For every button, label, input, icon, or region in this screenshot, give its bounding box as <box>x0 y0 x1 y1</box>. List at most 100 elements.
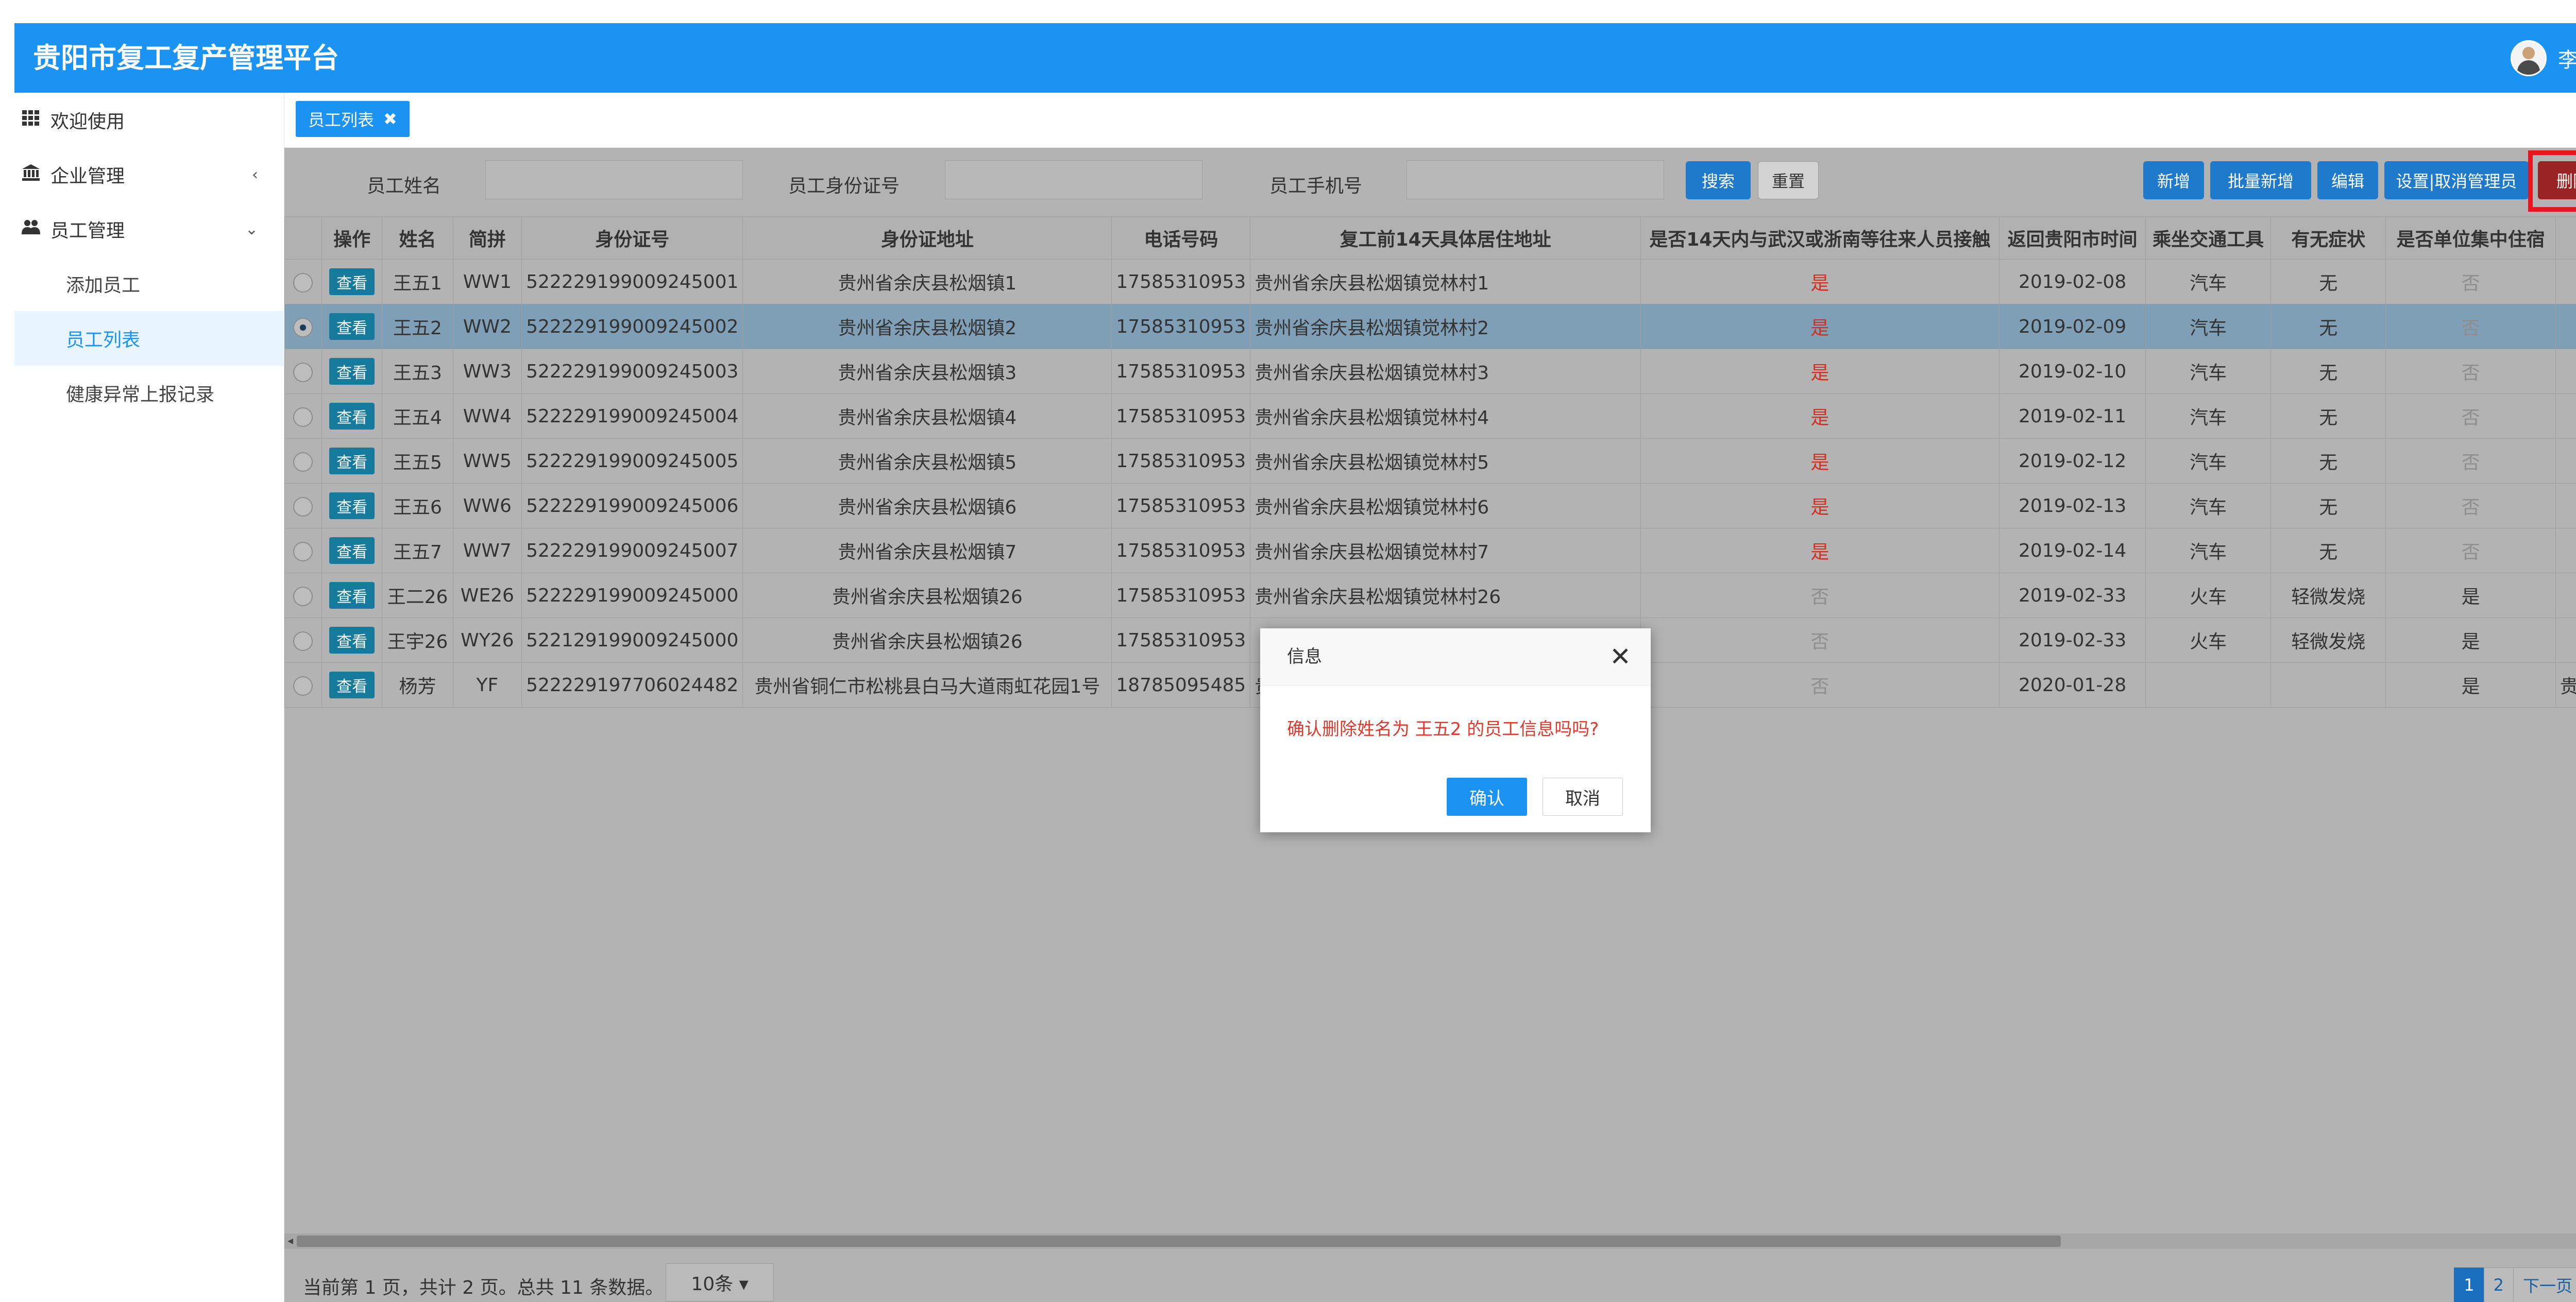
cell-dorm: 否 <box>2385 528 2556 573</box>
view-button[interactable]: 查看 <box>329 268 375 295</box>
row-radio[interactable] <box>293 407 313 427</box>
cell-name: 王五3 <box>382 349 453 394</box>
cell-symptom: 无 <box>2270 393 2386 439</box>
scroll-left-icon[interactable]: ◂ <box>287 1234 293 1249</box>
search-button[interactable]: 搜索 <box>1686 161 1751 199</box>
table-header-row: 操作 姓名 简拼 身份证号 身份证地址 电话号码 复工前14天具体居住地址 是否… <box>284 216 2576 260</box>
horizontal-scrollbar[interactable]: ◂ ▸ <box>284 1234 2576 1249</box>
cell-phone: 17585310953 <box>1111 349 1251 394</box>
phone-search-input[interactable] <box>1406 160 1664 199</box>
cell-live: 贵州省余庆县松烟镇觉林村4 <box>1250 393 1641 439</box>
cell-contact: 否 <box>1640 573 1999 618</box>
view-button[interactable]: 查看 <box>329 492 375 519</box>
batch-add-button[interactable]: 批量新增 <box>2210 161 2311 199</box>
cell-live: 贵州省余庆县松烟镇觉林村3 <box>1250 349 1641 394</box>
page-2-button[interactable]: 2 <box>2483 1267 2514 1302</box>
tab-label: 员工列表 <box>308 110 375 130</box>
table-row[interactable]: 查看 王五6 WW6 522229199009245006 贵州省余庆县松烟镇6 1758… <box>284 483 2576 528</box>
view-button[interactable]: 查看 <box>329 627 375 654</box>
cell-addr: 贵州省余庆县松烟镇5 <box>742 438 1112 484</box>
delete-highlight-box <box>2528 150 2576 212</box>
scrollbar-thumb[interactable] <box>297 1236 2061 1247</box>
view-button[interactable]: 查看 <box>329 448 375 474</box>
add-button[interactable]: 新增 <box>2143 161 2204 199</box>
cell-extra <box>2555 528 2576 573</box>
name-search-input[interactable] <box>485 160 743 199</box>
cell-addr: 贵州省余庆县松烟镇2 <box>742 304 1112 349</box>
view-button[interactable]: 查看 <box>329 537 375 564</box>
row-radio[interactable] <box>293 496 313 517</box>
cell-id: 522229199009245005 <box>521 438 743 484</box>
cell-contact: 是 <box>1640 438 1999 484</box>
row-select-cell <box>284 393 322 439</box>
page-info: 当前第 1 页，共计 2 页。总共 11 条数据。 <box>303 1277 664 1298</box>
tab-employee-list[interactable]: 员工列表 ✖ <box>296 101 410 137</box>
reset-button[interactable]: 重置 <box>1758 161 1819 199</box>
cell-date: 2019-02-13 <box>1998 483 2146 528</box>
cell-addr: 贵州省余庆县松烟镇26 <box>742 618 1112 663</box>
cell-dorm: 是 <box>2385 662 2556 708</box>
cell-id: 522229199009245003 <box>521 349 743 394</box>
action-cell: 查看 <box>321 618 383 663</box>
table-row[interactable]: 查看 王五1 WW1 522229199009245001 贵州省余庆县松烟镇1 1758… <box>284 259 2576 304</box>
cell-date: 2019-02-33 <box>1998 618 2146 663</box>
view-button[interactable]: 查看 <box>329 582 375 609</box>
cell-phone: 18785095485 <box>1111 662 1251 708</box>
cell-dorm: 否 <box>2385 393 2556 439</box>
row-select-cell <box>284 573 322 618</box>
confirm-button[interactable]: 确认 <box>1447 778 1527 816</box>
confirm-dialog: 信息 ✕ 确认删除姓名为 王五2 的员工信息吗吗? 确认 取消 <box>1260 628 1651 832</box>
row-radio[interactable] <box>293 676 313 696</box>
sidebar-item-enterprise[interactable]: 企业管理 ‹ <box>14 147 284 202</box>
cell-name: 王五7 <box>382 528 453 573</box>
next-page-button[interactable]: 下一页 <box>2513 1267 2576 1302</box>
cell-addr: 贵州省余庆县松烟镇1 <box>742 259 1112 304</box>
cancel-button[interactable]: 取消 <box>1543 778 1623 816</box>
view-button[interactable]: 查看 <box>329 403 375 430</box>
sidebar-item-employee[interactable]: 员工管理 ⌄ <box>14 202 284 256</box>
edit-button[interactable]: 编辑 <box>2317 161 2378 199</box>
cell-extra <box>2555 349 2576 394</box>
view-button[interactable]: 查看 <box>329 313 375 340</box>
row-radio[interactable] <box>293 452 313 472</box>
row-radio[interactable] <box>293 631 313 651</box>
id-search-input[interactable] <box>945 160 1202 199</box>
close-icon[interactable]: ✕ <box>1609 628 1631 685</box>
column-header: 身份证号 <box>521 216 743 260</box>
table-row[interactable]: 查看 王二26 WE26 522229199009245000 贵州省余庆县松烟镇26 1… <box>284 573 2576 618</box>
column-header: 电话号码 <box>1111 216 1251 260</box>
top-header: 贵阳市复工复产管理平台 李飞 ▾ <box>14 23 2576 93</box>
set-admin-button[interactable]: 设置|取消管理员 <box>2384 161 2529 199</box>
cell-dorm: 否 <box>2385 438 2556 484</box>
row-radio[interactable] <box>293 586 313 606</box>
cell-extra <box>2555 573 2576 618</box>
cell-transport: 汽车 <box>2145 483 2271 528</box>
page-size-select[interactable]: 10条 ▾ <box>666 1263 774 1301</box>
cell-id: 522129199009245000 <box>521 618 743 663</box>
table-row[interactable]: 查看 王五7 WW7 522229199009245007 贵州省余庆县松烟镇7 1758… <box>284 528 2576 573</box>
table-row[interactable]: 查看 王五4 WW4 522229199009245004 贵州省余庆县松烟镇4 1758… <box>284 393 2576 439</box>
cell-dorm: 是 <box>2385 573 2556 618</box>
cell-dorm: 否 <box>2385 349 2556 394</box>
row-radio[interactable] <box>293 272 313 293</box>
row-radio[interactable] <box>293 362 313 382</box>
view-button[interactable]: 查看 <box>329 672 375 698</box>
action-cell: 查看 <box>321 349 383 394</box>
table-row[interactable]: 查看 王五2 WW2 522229199009245002 贵州省余庆县松烟镇2 1758… <box>284 304 2576 349</box>
table-row[interactable]: 查看 王五5 WW5 522229199009245005 贵州省余庆县松烟镇5 1758… <box>284 438 2576 484</box>
row-radio[interactable] <box>293 317 313 337</box>
row-select-cell <box>284 528 322 573</box>
action-cell: 查看 <box>321 438 383 484</box>
table-footer: 当前第 1 页，共计 2 页。总共 11 条数据。 10条 ▾ 1 2 下一页 … <box>284 1250 2576 1302</box>
dialog-title: 信息 <box>1287 646 1322 667</box>
table-row[interactable]: 查看 王五3 WW3 522229199009245003 贵州省余庆县松烟镇3 1758… <box>284 349 2576 394</box>
page-1-button[interactable]: 1 <box>2454 1267 2484 1302</box>
sidebar-item-welcome[interactable]: 欢迎使用 <box>14 93 284 147</box>
cell-symptom: 无 <box>2270 259 2386 304</box>
cell-addr: 贵州省铜仁市松桃县白马大道雨虹花园1号 <box>742 662 1112 708</box>
row-radio[interactable] <box>293 541 313 561</box>
cell-id: 522229199009245006 <box>521 483 743 528</box>
view-button[interactable]: 查看 <box>329 358 375 385</box>
cell-name: 王宇26 <box>382 618 453 663</box>
close-icon[interactable]: ✖ <box>383 109 397 129</box>
